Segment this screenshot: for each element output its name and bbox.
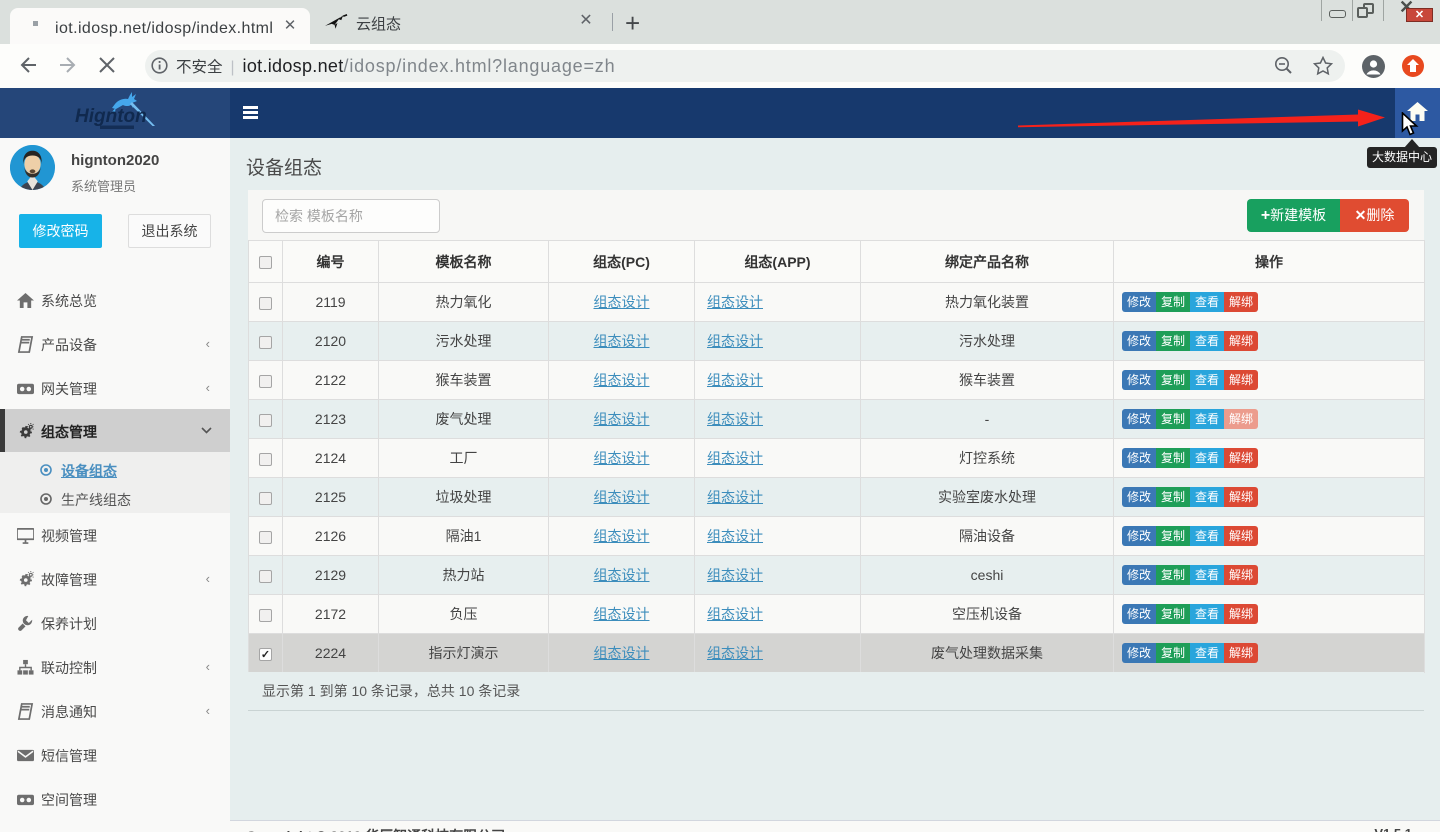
svg-text:Hignton: Hignton — [75, 106, 147, 127]
